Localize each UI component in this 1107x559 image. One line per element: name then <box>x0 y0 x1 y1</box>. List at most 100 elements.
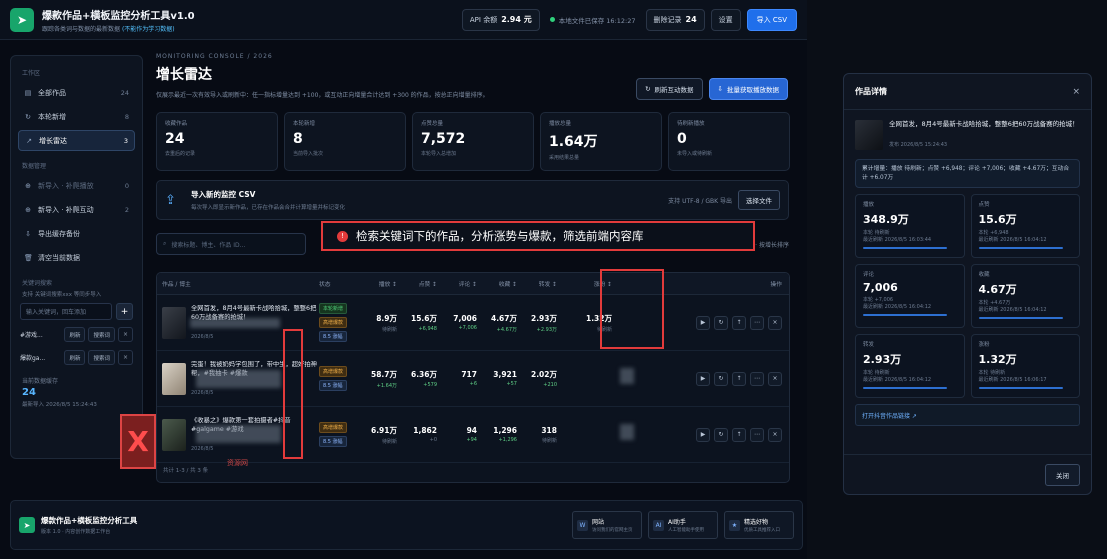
arrow-up-icon[interactable]: ↑ <box>732 315 746 330</box>
sidebar-item-all[interactable]: ▤ 全部作品 24 <box>18 82 135 103</box>
refresh-icon[interactable]: ↻ <box>714 315 728 330</box>
close-icon[interactable]: × <box>118 327 133 342</box>
highlight-box <box>600 269 664 349</box>
close-button[interactable]: 关闭 <box>1045 463 1080 486</box>
watermark-text: 资源网 <box>227 459 248 467</box>
status-badge: 高增爆款 <box>319 366 348 377</box>
play-icon[interactable]: ▶ <box>696 315 710 330</box>
import-panel: ⇪ 导入新的监控 CSV 每次导入即显示新作品，已存在作品会合并计算增量并标记变化… <box>156 180 789 220</box>
metric-card: 点赞 15.6万 本轮 +6,948 最近刷新 2026/8/5 16:04:12 <box>970 194 1080 259</box>
deleted-records-button[interactable]: 删除记录 24 <box>645 8 705 31</box>
page-kicker: MONITORING CONSOLE / 2026 <box>156 53 273 60</box>
work-meta: 发布 2026/8/5 15:24:43 <box>889 142 948 148</box>
import-subtitle: 每次导入即显示新作品，已存在作品会合并计算增量并标记变化 <box>191 205 346 211</box>
status-badge: 本轮新增 <box>319 303 348 314</box>
sidebar-item-refetch-interact[interactable]: ⊕ 新导入 · 补爬互动 2 <box>18 199 135 220</box>
keyword-input[interactable]: 输入关键词，回车添加 <box>20 303 112 320</box>
keyword-item: #游戏... 刷新 搜索词 × <box>20 326 133 343</box>
close-icon[interactable]: × <box>118 350 133 365</box>
refresh-icon[interactable]: ↻ <box>714 427 728 442</box>
stat-card: 本轮新增 8 当前导入批次 <box>284 112 406 171</box>
stat-card: 待刷新播放 0 未导入或待刷新 <box>668 112 790 171</box>
cache-status: 当前数据缓存 24 最新导入 2026/8/5 15:24:43 <box>22 378 97 408</box>
highlight-box <box>283 329 303 459</box>
blur-mask <box>190 318 280 328</box>
status-badge: 高增爆款 <box>319 317 348 328</box>
plus-circle-icon: ⊕ <box>25 205 31 214</box>
keyword-search-button[interactable]: 搜索词 <box>88 327 115 342</box>
search-icon: ⌕ <box>163 240 167 247</box>
footer-link-website[interactable]: W 网站 访问我们的官网主页 <box>572 511 642 539</box>
thumbnail <box>162 362 186 395</box>
keyword-refresh-button[interactable]: 刷新 <box>64 350 86 365</box>
brand: 爆款作品+横板监控分析工具v1.0 跟踪各类词与数据的最新数据 (不能作为学习数… <box>42 7 195 33</box>
watermark-logo: X <box>120 414 156 469</box>
plus-circle-icon: ⊕ <box>25 181 31 190</box>
search-input[interactable]: ⌕ 搜索标题、博主、作品 ID... <box>156 233 306 255</box>
refresh-interactions-button[interactable]: ↻ 刷新互动数据 <box>636 78 703 100</box>
paper-plane-icon: ➤ <box>10 7 34 32</box>
detail-panel: 作品详情 × 全网首发，8月4号最新卡战哈拾城，整整6把60万战备赛的抢城！ 发布 … <box>843 73 1092 495</box>
app-subtitle: 跟踪各类词与数据的最新数据 (不能作为学习数据) <box>42 25 175 33</box>
import-hint: 支持 UTF-8 / GBK 导出 <box>668 197 732 205</box>
arrow-up-icon[interactable]: ↑ <box>732 427 746 442</box>
status-badge: 8.5 涨幅 <box>319 331 347 342</box>
trend-up-icon: ↗ <box>26 136 32 145</box>
blur-mask <box>196 425 281 443</box>
import-title: 导入新的监控 CSV <box>191 190 256 199</box>
metric-card: 评论 7,006 本轮 +7,006 最近刷新 2026/8/5 16:04:12 <box>855 264 965 329</box>
play-icon[interactable]: ▶ <box>696 427 710 442</box>
keyword-refresh-button[interactable]: 刷新 <box>64 327 86 342</box>
sidebar-item-new[interactable]: ↻ 本轮新增 8 <box>18 106 135 127</box>
table-header: 作品 / 博主 状态 播放 ↕ 点赞 ↕ 评论 ↕ 收藏 ↕ 转发 ↕ 涨粉 ↕… <box>157 273 789 295</box>
blur-mask <box>196 370 281 388</box>
app-title: 爆款作品+横板监控分析工具v1.0 <box>42 10 195 22</box>
refresh-icon: ↻ <box>645 85 651 93</box>
footer-link-ai[interactable]: AI AI助手 人工智能助手使用 <box>648 511 718 539</box>
more-icon[interactable]: ⋯ <box>750 315 764 330</box>
refresh-icon: ↻ <box>25 112 31 121</box>
list-icon: ▤ <box>24 88 32 97</box>
add-keyword-button[interactable]: + <box>116 303 133 320</box>
api-balance: API 余额 2.94 元 <box>461 8 540 31</box>
panel-title: 作品详情 <box>855 87 887 96</box>
paper-plane-icon: ➤ <box>19 517 35 533</box>
sidebar-section-keywords: 关键词搜索 <box>22 280 53 287</box>
close-icon[interactable]: × <box>1072 87 1080 97</box>
sidebar-item-growth-radar[interactable]: ↗ 增长雷达 3 <box>18 130 135 151</box>
open-video-link[interactable]: 打开抖音作品链接 ↗ <box>855 404 1080 427</box>
sidebar-section-data: 数据管理 <box>22 163 47 170</box>
sidebar: 工作区 ▤ 全部作品 24 ↻ 本轮新增 8 ↗ 增长雷达 3 数据管理 ⊕ 新导入 · 补爬… <box>10 55 143 459</box>
ai-icon: AI <box>653 519 664 531</box>
import-csv-button[interactable]: 导入 CSV <box>746 8 797 31</box>
sidebar-item-clear[interactable]: 🗑 清空当前数据 <box>18 247 135 268</box>
choose-file-button[interactable]: 选择文件 <box>738 190 780 210</box>
sidebar-item-export[interactable]: ⇩ 导出缓存备份 <box>18 223 135 244</box>
work-title: 全网首发，8月4号最新卡战哈拾城，整整6把60万战备赛的抢城！ <box>889 120 1079 128</box>
close-icon[interactable]: × <box>768 427 782 442</box>
settings-button[interactable]: 设置 <box>710 8 741 31</box>
more-icon[interactable]: ⋯ <box>750 427 764 442</box>
close-icon[interactable]: × <box>768 371 782 386</box>
blur-mask <box>620 424 634 440</box>
metric-card: 收藏 4.67万 本轮 +4.67万 最近刷新 2026/8/5 16:04:12 <box>970 264 1080 329</box>
footer: ➤ 爆款作品+横板监控分析工具 版本 1.0 · 内容创作数据工作台 W 网站 访问我… <box>10 500 803 550</box>
keyword-search-button[interactable]: 搜索词 <box>88 350 115 365</box>
download-icon: ⇩ <box>25 229 31 238</box>
play-icon[interactable]: ▶ <box>696 371 710 386</box>
refresh-icon[interactable]: ↻ <box>714 371 728 386</box>
download-icon: ⇩ <box>717 85 723 93</box>
more-icon[interactable]: ⋯ <box>750 371 764 386</box>
close-icon[interactable]: × <box>768 315 782 330</box>
status-badge: 8.5 涨幅 <box>319 436 347 447</box>
star-icon: ★ <box>729 519 740 531</box>
stat-cards: 收藏作品 24 去重后的记录 本轮新增 8 当前导入批次 点赞总量 7,572 本轮导入总增… <box>156 112 790 171</box>
metric-card: 涨粉 1.32万 本轮 待刷新 最近刷新 2026/8/5 16:06:17 <box>970 334 1080 399</box>
batch-fetch-button[interactable]: ⇩ 批量获取播放数据 <box>708 78 788 100</box>
metric-card: 转发 2.93万 本轮 待刷新 最近刷新 2026/8/5 16:04:12 <box>855 334 965 399</box>
blur-mask <box>620 368 634 384</box>
footer-link-goods[interactable]: ★ 精选好物 优质工具推荐入口 <box>724 511 794 539</box>
arrow-up-icon[interactable]: ↑ <box>732 371 746 386</box>
sidebar-item-refetch-play[interactable]: ⊕ 新导入 · 补爬播放 0 <box>18 175 135 196</box>
growth-summary: 累计增量：播放 待刷新；点赞 +6,948；评论 +7,006；收藏 +4.67… <box>855 159 1080 189</box>
